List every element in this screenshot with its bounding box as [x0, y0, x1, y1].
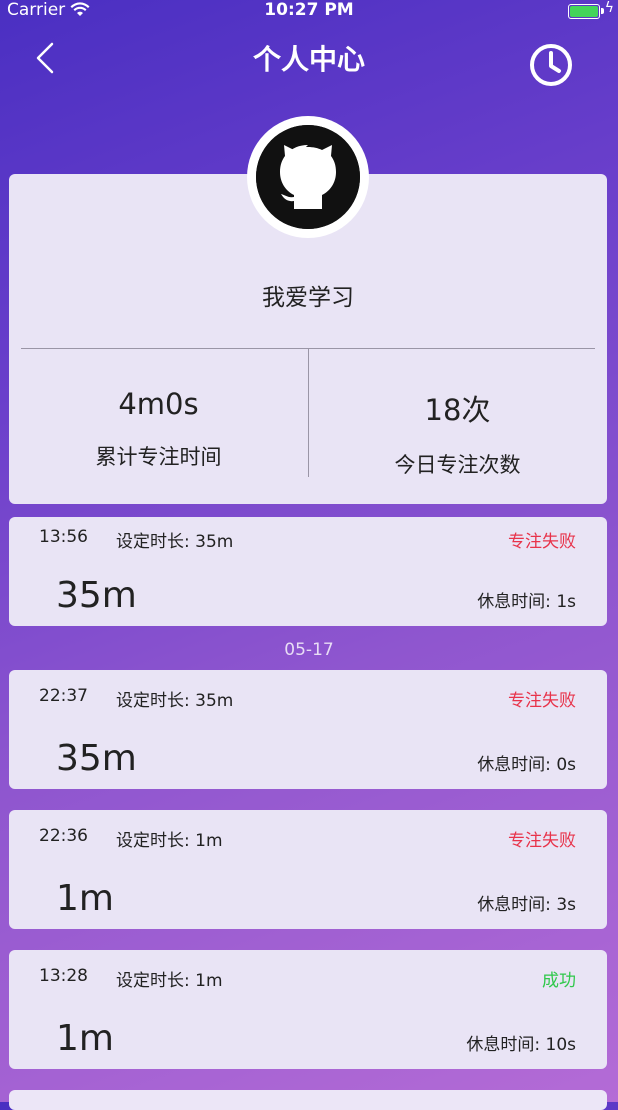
history-button[interactable] [528, 42, 574, 88]
record-rest-time: 休息时间: 3s [477, 895, 576, 915]
stat-today-focus-count: 18次 今日专注次数 [308, 349, 607, 479]
record-actual-duration: 1m [56, 878, 114, 919]
record-rest-time: 休息时间: 0s [477, 755, 576, 775]
record-time: 22:36 [39, 826, 88, 846]
record-set-duration: 设定时长: 1m [116, 831, 223, 851]
battery-tip [601, 8, 604, 14]
record-actual-duration: 1m [56, 1018, 114, 1059]
navigation-bar: 个人中心 [0, 30, 618, 88]
focus-record[interactable]: 22:37 设定时长: 35m 专注失败 35m 休息时间: 0s [9, 670, 607, 789]
clock-icon [530, 44, 572, 86]
record-status: 专注失败 [508, 532, 576, 552]
focus-record[interactable]: 13:28 设定时长: 1m 成功 1m 休息时间: 10s [9, 950, 607, 1069]
record-time: 13:28 [39, 966, 88, 986]
record-time: 22:37 [39, 686, 88, 706]
focus-record[interactable]: 13:56 设定时长: 35m 专注失败 35m 休息时间: 1s [9, 517, 607, 626]
focus-record[interactable]: 22:36 设定时长: 1m 专注失败 1m 休息时间: 3s [9, 810, 607, 929]
stat-value: 18次 [424, 393, 491, 427]
stat-label: 累计专注时间 [95, 445, 222, 469]
github-octocat-icon [256, 125, 360, 229]
record-actual-duration: 35m [56, 738, 137, 779]
battery-icon [568, 4, 600, 19]
record-set-duration: 设定时长: 35m [116, 691, 234, 711]
focus-record[interactable] [9, 1090, 607, 1110]
record-actual-duration: 35m [56, 575, 137, 616]
clock-time: 10:27 PM [264, 0, 354, 20]
record-time: 13:56 [39, 527, 88, 547]
record-status: 成功 [542, 971, 576, 991]
stat-value: 4m0s [118, 387, 199, 421]
record-status: 专注失败 [508, 691, 576, 711]
record-rest-time: 休息时间: 1s [477, 592, 576, 612]
status-bar: Carrier 10:27 PM ϟ [0, 0, 618, 22]
charging-bolt-icon: ϟ [604, 0, 614, 16]
page-title: 个人中心 [252, 43, 365, 76]
record-set-duration: 设定时长: 35m [116, 532, 234, 552]
avatar[interactable] [247, 116, 369, 238]
stat-total-focus-time: 4m0s 累计专注时间 [9, 349, 308, 471]
stat-label: 今日专注次数 [394, 453, 521, 477]
date-separator: 05-17 [284, 640, 334, 660]
record-rest-time: 休息时间: 10s [466, 1035, 576, 1055]
username: 我爱学习 [262, 285, 354, 311]
record-status: 专注失败 [508, 831, 576, 851]
record-set-duration: 设定时长: 1m [116, 971, 223, 991]
